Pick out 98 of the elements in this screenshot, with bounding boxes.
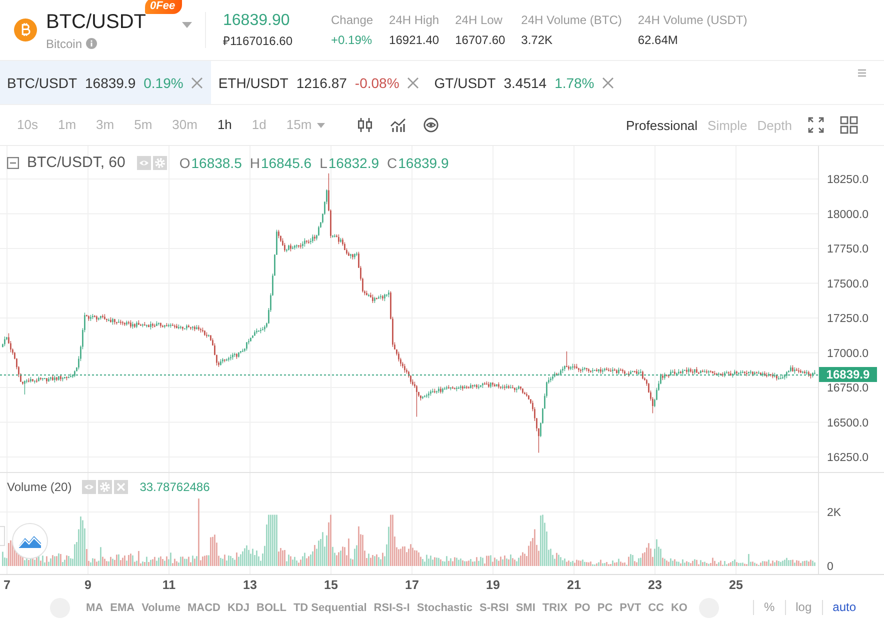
date-axis-label: 15 [324, 578, 338, 592]
stat-value: 16921.40 [389, 32, 440, 48]
indicator-button[interactable]: S-RSI [480, 602, 509, 614]
indicator-button[interactable]: PVT [620, 602, 642, 614]
date-axis-label: 9 [84, 578, 92, 592]
close-icon[interactable] [114, 480, 128, 494]
price-axis-label: 17500.0 [827, 278, 869, 290]
price-axis-label: 18250.0 [827, 174, 869, 186]
indicator-button[interactable]: KDJ [227, 602, 250, 614]
stat-value: 3.72K [521, 32, 554, 48]
interval-button[interactable]: 5m [134, 117, 152, 133]
price-axis-label: 17250.0 [827, 313, 869, 325]
price-axis-label: 16250.0 [827, 452, 869, 464]
view-mode-button[interactable]: Professional [626, 118, 698, 132]
indicator-button[interactable]: SMI [516, 602, 536, 614]
indicator-button[interactable]: PC [597, 602, 613, 614]
caret-icon [316, 122, 325, 128]
price-axis-label: 16500.0 [827, 417, 869, 430]
local-price: ₽1167016.60 [223, 33, 294, 49]
ohlc-reading: O16838.5 [179, 154, 242, 170]
close-icon[interactable] [191, 76, 204, 88]
fee-badge: 0Fee [145, 0, 182, 14]
date-axis-label: 17 [405, 578, 419, 592]
candlestick-icon[interactable] [356, 117, 373, 133]
caret-icon[interactable] [182, 22, 192, 28]
chart-title: BTC/USDT, 60 [27, 154, 126, 171]
date-axis-label: 11 [162, 578, 176, 592]
last-price-tag: 16839.9 [819, 367, 877, 382]
fullscreen-icon[interactable] [808, 117, 824, 133]
last-price: 16839.90 [223, 11, 291, 30]
interval-button[interactable]: 1h [217, 117, 232, 133]
coin-name: Bitcoin [46, 36, 82, 52]
date-axis-label: 19 [486, 578, 500, 592]
interval-button[interactable]: 1m [58, 117, 76, 133]
pair-symbol: BTC/USDT [46, 10, 146, 34]
stat-label: Change [331, 12, 374, 28]
interval-button[interactable]: 10s [17, 117, 38, 133]
coin-icon [14, 18, 37, 42]
indicator-button[interactable]: PO [574, 602, 590, 614]
indicator-button[interactable]: CC [648, 602, 664, 614]
indicator-button[interactable]: RSI-S-I [374, 602, 410, 614]
date-axis-label: 25 [729, 578, 743, 592]
stat-label: 24H Volume (BTC) [521, 12, 622, 28]
menu-icon[interactable] [858, 69, 866, 77]
volume-axis-label: 0 [827, 561, 834, 573]
interval-button[interactable]: 30m [172, 117, 198, 133]
price-axis-label: 17000.0 [827, 348, 869, 360]
volume-axis-label: 2K [827, 507, 842, 519]
area-chart-icon [19, 534, 41, 548]
date-axis-label: 13 [243, 578, 257, 592]
ohlc-reading: H 16845.6 [250, 154, 312, 170]
gear-icon[interactable] [98, 480, 112, 494]
stat-value: 16707.60 [455, 32, 506, 48]
indicator-button[interactable]: KO [670, 602, 688, 614]
close-icon[interactable] [602, 76, 614, 88]
date-axis-label: 23 [648, 578, 662, 592]
price-axis-label: 16750.0 [827, 382, 869, 394]
close-icon[interactable] [407, 76, 420, 88]
scale-button[interactable]: % [752, 600, 785, 615]
grid-icon[interactable] [840, 116, 858, 134]
collapse-icon[interactable] [7, 156, 19, 168]
date-axis-label: 21 [567, 578, 581, 592]
view-mode-button[interactable]: Simple [708, 118, 748, 132]
eye-icon[interactable] [422, 117, 439, 133]
stat-label: 24H Volume (USDT) [638, 12, 748, 28]
indicator-button[interactable]: BOLL [256, 602, 286, 614]
scale-button[interactable]: auto [822, 600, 866, 615]
stat-label: 24H Low [455, 12, 504, 28]
interval-button[interactable]: 1d [252, 117, 266, 133]
date-axis-label: 7 [4, 578, 10, 592]
pair-tab[interactable]: GT/USDT 3.4514 1.78% [427, 61, 622, 104]
price-axis-label: 17750.0 [827, 244, 869, 256]
indicator-button[interactable]: TRIX [542, 602, 568, 614]
pair-tab[interactable]: ETH/USDT 1216.87 -0.08% [211, 61, 428, 104]
ohlc-reading: C16839.9 [387, 154, 449, 170]
indicator-icon[interactable] [390, 117, 406, 133]
indicator-button[interactable]: Volume [142, 602, 180, 614]
indicator-button[interactable]: EMA [110, 602, 135, 614]
view-mode-button[interactable]: Depth [757, 118, 792, 132]
interval-dropdown[interactable]: 15m [286, 117, 325, 133]
price-axis-label: 18000.0 [827, 208, 869, 221]
indicator-button[interactable]: MA [86, 602, 104, 614]
stat-value: +0.19% [331, 32, 374, 48]
side-handle[interactable] [0, 526, 5, 546]
stat-label: 24H High [389, 12, 440, 28]
interval-button[interactable]: 3m [96, 117, 114, 133]
indicator-button[interactable]: MACD [187, 602, 220, 614]
indicator-button[interactable]: Stochastic [416, 602, 472, 614]
volume-value: 33.78762486 [140, 480, 210, 494]
pair-tab[interactable]: BTC/USDT 16839.9 0.19% [0, 61, 212, 104]
indicator-button[interactable]: TD Sequential [293, 602, 367, 614]
volume-title: Volume (20) [7, 480, 72, 494]
ohlc-reading: L16832.9 [320, 154, 379, 170]
chart-type-button[interactable] [12, 523, 48, 559]
info-icon[interactable] [86, 38, 98, 49]
stat-value: 62.64M [638, 32, 679, 48]
gear-icon[interactable] [153, 156, 168, 170]
scale-button[interactable]: log [784, 600, 822, 615]
